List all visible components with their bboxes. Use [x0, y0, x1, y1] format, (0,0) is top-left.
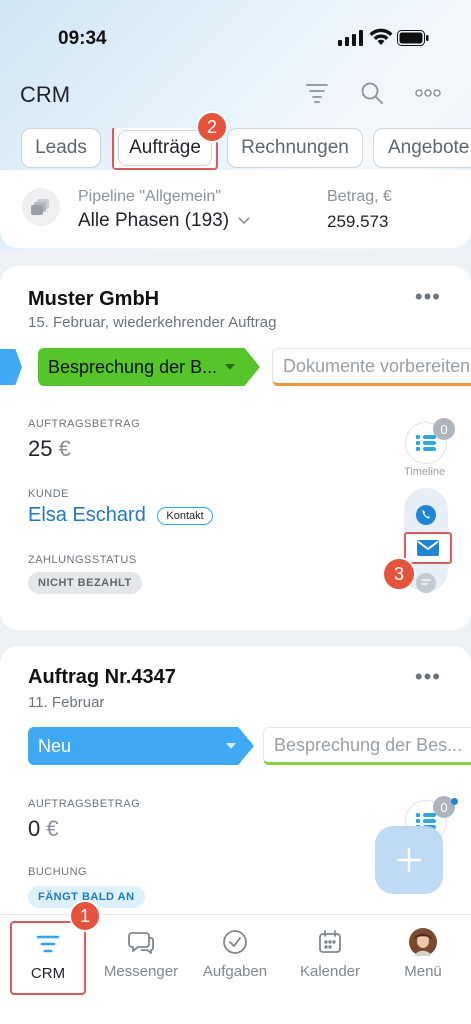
pipeline-selector[interactable]: Pipeline "Allgemein" Alle Phasen (193) B…: [0, 170, 471, 248]
status-time: 09:34: [58, 28, 107, 49]
tabbar-label: Menü: [404, 963, 442, 980]
tab-leads[interactable]: Leads: [21, 128, 101, 168]
pipeline-value: Alle Phasen (193): [78, 210, 250, 232]
cellular-signal-icon: [338, 30, 364, 51]
stage-current[interactable]: Besprechung der B...: [38, 348, 260, 386]
avatar: [378, 925, 468, 959]
unread-dot: [451, 798, 458, 805]
more-options-icon[interactable]: [413, 78, 443, 108]
previous-stage-arrow[interactable]: [0, 349, 22, 385]
step-badge-3: 3: [382, 557, 416, 591]
pipeline-phases: Alle Phasen (193): [78, 210, 230, 231]
currency-symbol: €: [58, 436, 71, 461]
search-icon[interactable]: [357, 78, 387, 108]
wifi-icon: [369, 28, 393, 51]
timeline-icon: [416, 435, 436, 451]
tasks-icon: [190, 925, 280, 959]
stage-next-label: Besprechung der Bes...: [274, 734, 463, 755]
email-icon: [417, 540, 439, 556]
battery-icon: [397, 30, 429, 51]
currency-symbol: €: [46, 816, 59, 841]
tabbar-item-messenger[interactable]: Messenger: [96, 925, 186, 980]
plus-icon: [396, 847, 422, 873]
client-name-row: Elsa Eschard Kontakt: [28, 504, 213, 527]
tab-label: Rechnungen: [241, 137, 349, 158]
tab-label: Angebote: [388, 137, 470, 158]
calendar-icon: [285, 925, 375, 959]
deal-card[interactable]: Auftrag Nr.4347 11. Februar ••• Neu Besp…: [0, 646, 471, 946]
amount-number: 0: [28, 816, 41, 841]
timeline-count-badge: 0: [433, 418, 455, 440]
chevron-down-icon: [238, 217, 250, 225]
status-bar: 09:34: [0, 0, 471, 70]
payment-label: ZAHLUNGSSTATUS: [28, 554, 137, 566]
timeline-label: Timeline: [404, 466, 446, 478]
email-button[interactable]: [404, 532, 452, 564]
step-badge-2: 2: [196, 111, 228, 143]
tabbar-label: Messenger: [103, 963, 179, 980]
stage-next[interactable]: Besprechung der Bes...: [263, 727, 471, 765]
messenger-icon: [96, 925, 186, 959]
deal-title: Auftrag Nr.4347: [28, 666, 176, 688]
step-badge-1: 1: [69, 900, 101, 932]
payment-status-badge: NICHT BEZAHLT: [28, 572, 142, 594]
filter-icon[interactable]: [302, 78, 332, 108]
total-amount-label: Betrag, €: [327, 188, 392, 205]
amount-number: 25: [28, 436, 53, 461]
deal-subtitle: 11. Februar: [28, 694, 105, 711]
amount-value: 0 €: [28, 816, 59, 842]
page-title: CRM: [20, 82, 71, 107]
booking-label: BUCHUNG: [28, 866, 88, 878]
stage-current[interactable]: Neu: [28, 727, 254, 765]
tabbar-item-kalender[interactable]: Kalender: [285, 925, 375, 980]
tabbar-item-menue[interactable]: Menü: [378, 925, 468, 980]
caret-down-icon: [225, 364, 236, 370]
amount-label: AUFTRAGSBETRAG: [28, 418, 141, 430]
stage-current-label: Besprechung der B...: [48, 356, 218, 377]
tab-label: Leads: [35, 137, 87, 158]
pipeline-label: Pipeline "Allgemein": [78, 188, 221, 205]
deal-title: Muster GmbH: [28, 288, 160, 310]
bottom-tab-bar: CRM Messenger Aufgaben Kalender Menü: [0, 914, 471, 1024]
pipeline-icon: [22, 188, 60, 226]
app-header: CRM: [0, 72, 471, 116]
tabbar-label: Aufgaben: [202, 963, 268, 980]
call-button[interactable]: [405, 494, 447, 536]
entity-tabs: Leads Aufträge Rechnungen Angebote: [0, 128, 471, 172]
deal-more-icon[interactable]: •••: [415, 664, 441, 690]
caret-down-icon: [226, 743, 236, 749]
chat-icon: [416, 573, 436, 593]
tabbar-item-crm[interactable]: CRM: [10, 921, 86, 995]
tab-rechnungen[interactable]: Rechnungen: [227, 128, 363, 168]
tabbar-label: CRM: [30, 965, 66, 982]
crm-icon: [12, 927, 84, 961]
tab-angebote[interactable]: Angebote: [373, 128, 471, 168]
total-amount-value: 259.573: [327, 212, 389, 231]
amount-value: 25 €: [28, 436, 71, 462]
client-type-tag: Kontakt: [157, 506, 213, 525]
phone-icon: [416, 505, 436, 525]
tabbar-label: Kalender: [299, 963, 361, 980]
client-name-link[interactable]: Elsa Eschard: [28, 504, 146, 526]
stage-next-label: Dokumente vorbereiten: [283, 355, 471, 376]
client-label: KUNDE: [28, 488, 70, 500]
amount-label: AUFTRAGSBETRAG: [28, 798, 141, 810]
deal-more-icon[interactable]: •••: [415, 284, 441, 310]
deal-subtitle: 15. Februar, wiederkehrender Auftrag: [28, 314, 277, 331]
add-button[interactable]: [375, 826, 443, 894]
stage-current-label: Neu: [38, 735, 72, 756]
tabbar-item-aufgaben[interactable]: Aufgaben: [190, 925, 280, 980]
stage-next[interactable]: Dokumente vorbereiten: [272, 348, 471, 386]
